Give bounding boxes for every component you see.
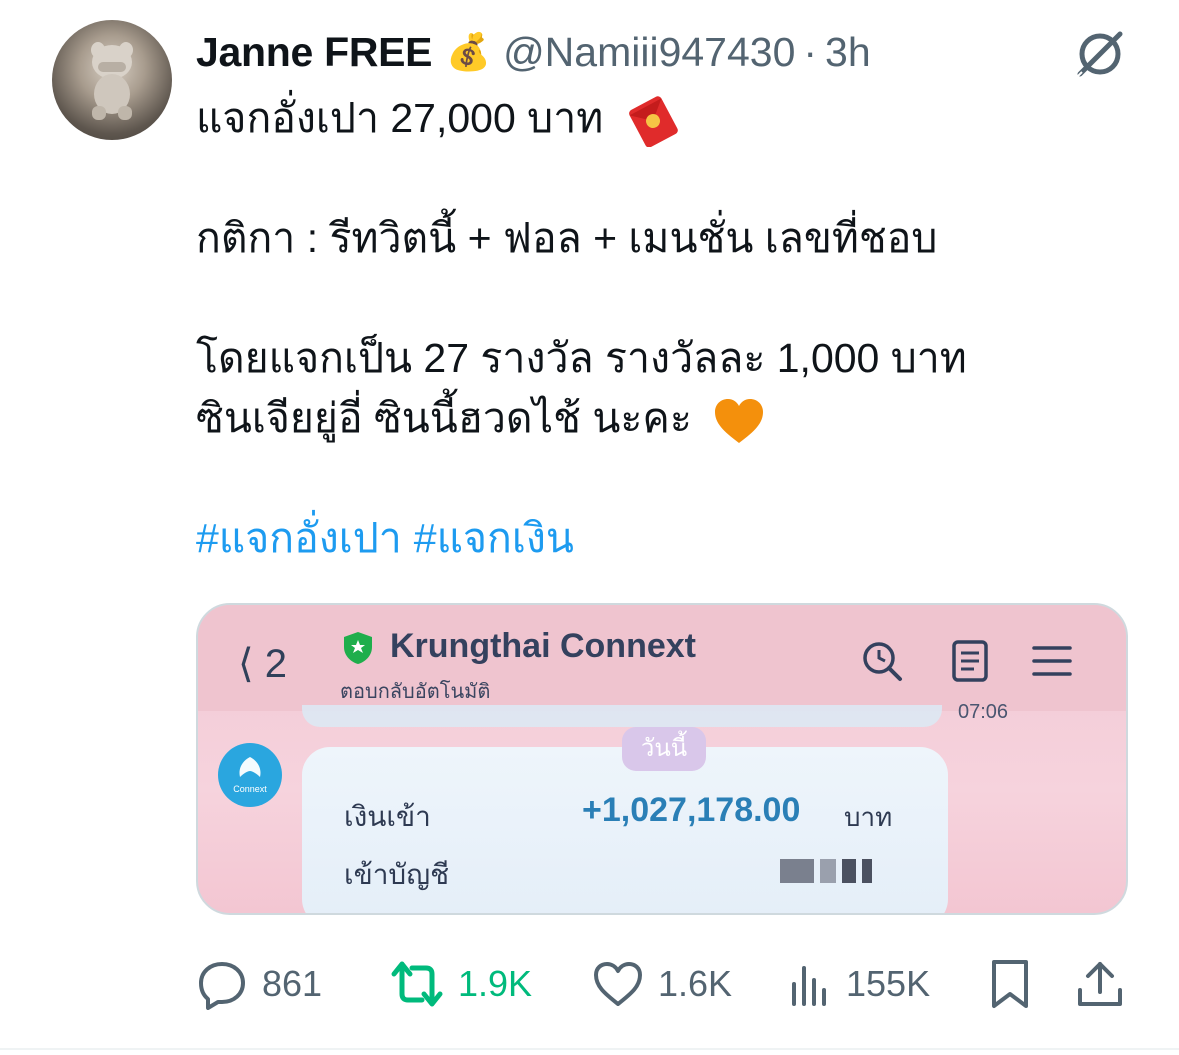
money-bag-emoji: 💰 <box>446 31 492 72</box>
connext-logo: Connext <box>218 743 282 807</box>
back-count: 2 <box>264 642 287 686</box>
retweet-icon <box>391 961 443 1007</box>
message-time: 07:06 <box>958 701 1009 723</box>
income-amount: +1,027,178.00 <box>582 791 801 829</box>
app-subtitle: ตอบกลับอัตโนมัติ <box>340 681 491 703</box>
separator-dot: · <box>803 28 818 75</box>
search-history-icon <box>863 642 902 681</box>
retweet-count: 1.9K <box>458 963 533 1004</box>
hashtag-link[interactable]: #แจกอั่งเปา <box>196 515 402 561</box>
hashtag-link[interactable]: #แจกเงิน <box>414 515 574 561</box>
app-title: Krungthai Connext <box>390 627 696 665</box>
menu-icon <box>1032 646 1072 676</box>
document-icon <box>952 640 988 682</box>
user-handle[interactable]: @Namiii947430 <box>503 29 795 76</box>
reply-icon <box>199 962 245 1010</box>
shield-icon <box>344 632 372 664</box>
bookmark-icon <box>992 960 1028 1008</box>
bookmark-button[interactable] <box>988 952 1032 1016</box>
like-button[interactable]: 1.6K <box>592 952 732 1016</box>
like-count: 1.6K <box>658 963 733 1004</box>
divider <box>0 1048 1179 1050</box>
tweet-actions: 861 1.9K 1.6K 155K <box>196 952 1128 1016</box>
back-button: ⟨ 2 <box>238 641 287 687</box>
currency-label: บาท <box>844 802 893 832</box>
views-icon <box>792 966 826 1006</box>
avatar[interactable] <box>52 20 172 140</box>
tweet-header: Janne FREE 💰 @Namiii947430 · 3h <box>196 24 871 80</box>
share-icon <box>1078 962 1122 1006</box>
tweet-line-4-text: ซินเจียยู่อี่ ซินนี้ฮวดไช้ นะคะ <box>196 395 692 441</box>
income-label: เงินเข้า <box>344 801 431 832</box>
avatar-figure-icon <box>91 42 133 120</box>
view-count: 155K <box>846 963 931 1004</box>
logo-text: Connext <box>233 784 267 794</box>
reply-count: 861 <box>262 963 323 1004</box>
bird-logo-icon <box>239 757 261 777</box>
grok-icon[interactable] <box>1072 26 1128 82</box>
like-icon <box>594 962 642 1006</box>
chevron-left-icon: ⟨ <box>238 642 254 686</box>
timestamp[interactable]: 3h <box>825 29 871 76</box>
display-name[interactable]: Janne FREE <box>196 29 433 76</box>
tweet-line-3: โดยแจกเป็น 27 รางวัล รางวัลละ 1,000 บาท <box>196 335 967 381</box>
tweet-line-2: กติกา : รีทวิตนี้ + ฟอล + เมนชั่น เลขที่… <box>196 215 938 261</box>
hashtags: #แจกอั่งเปา #แจกเงิน <box>196 508 586 568</box>
tweet-line-1: แจกอั่งเปา 27,000 บาท <box>196 88 679 148</box>
tweet-media-image[interactable]: ⟨ 2 Krungthai Connext ตอบกลับอัตโนมัติ 0… <box>196 603 1128 915</box>
red-envelope-icon <box>628 96 678 148</box>
masked-account-number <box>780 859 872 885</box>
previous-message-bubble <box>302 705 942 727</box>
today-pill: วันนี้ <box>622 727 706 771</box>
views-button[interactable]: 155K <box>788 952 930 1016</box>
orange-heart-icon <box>715 399 764 444</box>
tweet-line-1-text: แจกอั่งเปา 27,000 บาท <box>196 95 604 141</box>
tweet-line-4: ซินเจียยู่อี่ ซินนี้ฮวดไช้ นะคะ <box>196 388 765 448</box>
share-button[interactable] <box>1076 952 1124 1016</box>
account-label: เข้าบัญชี <box>344 859 450 890</box>
retweet-button[interactable]: 1.9K <box>390 952 532 1016</box>
reply-button[interactable]: 861 <box>196 952 322 1016</box>
